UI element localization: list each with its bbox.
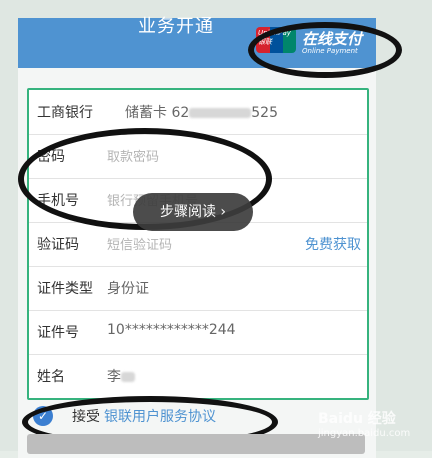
name-row: 姓名 李 [29, 354, 367, 398]
id-number-label: 证件号 [37, 325, 79, 341]
name-label: 姓名 [37, 369, 65, 385]
masked-name [121, 372, 135, 382]
bank-card-row: 工商银行 储蓄卡 62 525 [29, 90, 367, 135]
id-number-value: 10************244 [107, 322, 236, 338]
sms-code-label: 验证码 [37, 237, 79, 253]
id-number-row: 证件号 10************244 [29, 310, 367, 355]
sms-code-input[interactable]: 短信验证码 [107, 234, 172, 253]
bank-name-label: 工商银行 [37, 105, 93, 121]
annotation-ellipse-header [248, 22, 402, 78]
page-title: 业务开通 [138, 16, 214, 37]
watermark-url: jingyan.baidu.com [318, 428, 411, 439]
confirm-button[interactable] [27, 434, 365, 454]
id-type-label: 证件类型 [37, 281, 93, 297]
masked-digits [189, 108, 252, 118]
watermark-logo: Baidu 经验 [318, 411, 396, 427]
id-type-value[interactable]: 身份证 [107, 278, 149, 298]
get-code-button[interactable]: 免费获取 [305, 234, 361, 254]
card-number-value: 储蓄卡 62 525 [125, 105, 278, 121]
name-value: 李 [107, 366, 135, 386]
step-reading-toast[interactable]: 步骤阅读 › [133, 193, 253, 231]
id-type-row[interactable]: 证件类型 身份证 [29, 266, 367, 311]
